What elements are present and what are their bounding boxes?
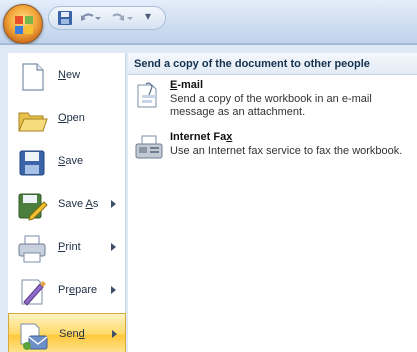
menu-item-save[interactable]: Save: [8, 141, 126, 184]
prepare-icon: [21, 279, 46, 306]
menu-item-label: Send: [59, 328, 85, 340]
office-logo-icon: [15, 16, 33, 34]
new-document-icon: [22, 63, 44, 91]
menu-item-print[interactable]: Print: [8, 227, 126, 270]
open-folder-icon: [18, 112, 48, 132]
office-menu: New Open Save Save As Print Prepare Send…: [0, 44, 417, 352]
submenu-arrow-icon: [111, 200, 116, 208]
save-as-icon: [18, 193, 48, 221]
menu-item-new[interactable]: New: [8, 55, 126, 98]
submenu-arrow-icon: [111, 243, 116, 251]
send-icon: [20, 323, 48, 350]
panel-header: Send a copy of the document to other peo…: [128, 53, 417, 75]
quick-access-toolbar: ▾: [48, 6, 166, 30]
submenu-item-title: Internet Fax: [170, 131, 233, 143]
redo-icon[interactable]: [111, 10, 133, 26]
submenu-item-email[interactable]: E-mail Send a copy of the workbook in an…: [128, 77, 417, 121]
menu-item-label: New: [58, 69, 81, 81]
submenu-arrow-icon: [112, 330, 117, 338]
submenu-item-description: Use an Internet fax service to fax the w…: [170, 145, 403, 157]
menu-item-label: Open: [58, 112, 85, 124]
email-icon: [137, 82, 157, 108]
submenu-item-title: E-mail: [170, 79, 204, 91]
office-button[interactable]: [3, 4, 43, 44]
submenu-item-internet-fax[interactable]: Internet Fax Use an Internet fax service…: [128, 129, 417, 173]
save-icon: [19, 150, 45, 176]
customize-quick-access-icon[interactable]: ▾: [145, 9, 151, 23]
menu-item-send[interactable]: Send: [8, 313, 126, 352]
printer-icon: [18, 235, 46, 263]
undo-icon[interactable]: [79, 10, 101, 26]
menu-item-label: Prepare: [58, 284, 98, 296]
menu-item-label: Save As: [58, 198, 99, 210]
submenu-arrow-icon: [111, 286, 116, 294]
menu-item-prepare[interactable]: Prepare: [8, 270, 126, 313]
menu-item-label: Print: [58, 241, 81, 253]
save-icon[interactable]: [57, 10, 73, 26]
menu-item-open[interactable]: Open: [8, 98, 126, 141]
menu-item-label: Save: [58, 155, 84, 167]
menu-item-save-as[interactable]: Save As: [8, 184, 126, 227]
send-submenu-panel: Send a copy of the document to other peo…: [128, 53, 417, 352]
title-bar: ▾: [0, 0, 417, 44]
fax-icon: [135, 135, 163, 159]
submenu-item-description: Send a copy of the workbook in an e-mail…: [170, 93, 372, 118]
office-menu-commands: New Open Save Save As Print Prepare Send: [8, 53, 126, 352]
